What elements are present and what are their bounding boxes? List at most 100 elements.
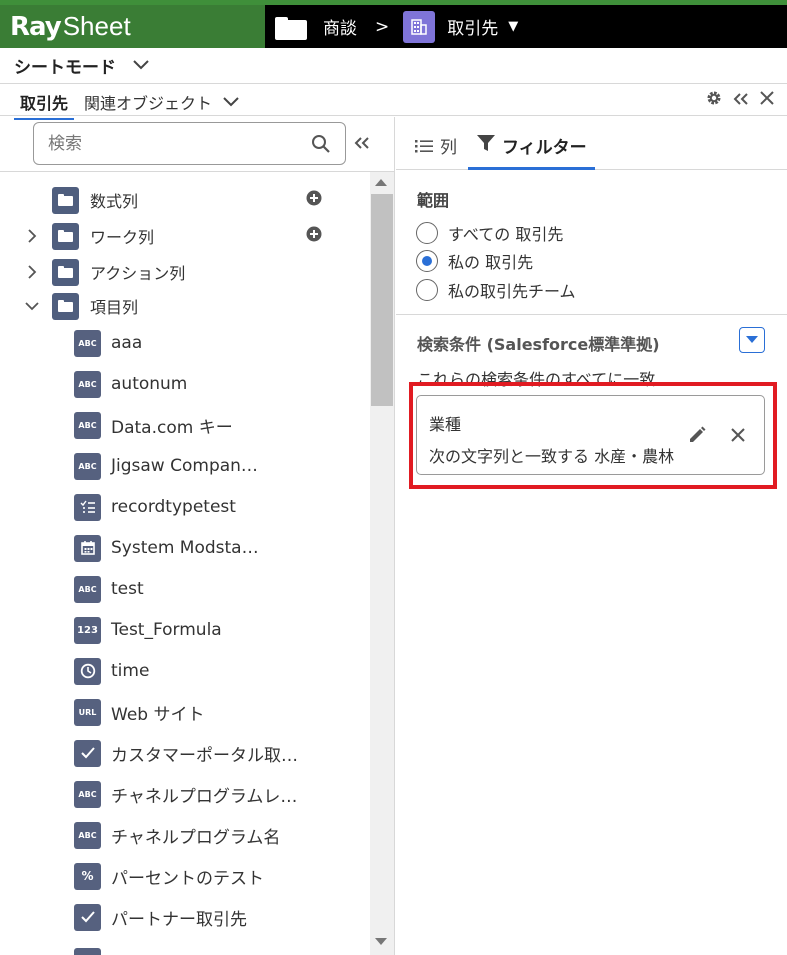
radio-label: 私の 取引先 (448, 253, 534, 272)
chevron-down-icon[interactable] (132, 56, 150, 76)
field-tree: 数式列 ワーク列 アクション列 項目列 ABC aaa ABC autonum … (0, 172, 370, 955)
chevron-right-icon[interactable] (24, 264, 40, 280)
tree-folder-work[interactable]: ワーク列 (0, 219, 370, 253)
scope-option-mine[interactable]: 私の 取引先 (416, 249, 533, 273)
text-field-icon: ABC (74, 780, 101, 808)
percent-field-icon: % (74, 862, 101, 890)
app-logo[interactable]: Ray Sheet (0, 5, 265, 48)
tree-field-item[interactable]: ABC チャネルプログラムレ… (0, 777, 370, 811)
tree-field-item[interactable]: カスタマーポータル取… (0, 736, 370, 770)
tab-account[interactable]: 取引先 (14, 90, 75, 120)
scope-title: 範囲 (417, 191, 450, 210)
breadcrumb-parent[interactable]: 商談 (323, 14, 357, 39)
tree-field-item[interactable]: ABC autonum (0, 367, 370, 401)
tab-filter[interactable]: フィルター (468, 117, 595, 170)
field-label: カスタマーポータル取… (111, 745, 298, 766)
picklist-icon (74, 493, 101, 521)
logo-ray-text: Ray (10, 11, 62, 42)
text-field-icon: ABC (74, 411, 101, 439)
field-label: パートナー取引先 (111, 909, 247, 930)
sheet-mode-selector[interactable]: シートモード (0, 48, 787, 84)
tree-folder-formula[interactable]: 数式列 (0, 183, 370, 217)
radio-label: すべての 取引先 (448, 225, 564, 244)
radio-button[interactable] (416, 279, 438, 301)
list-icon (415, 139, 433, 152)
sheet-mode-label: シートモード (14, 58, 116, 78)
field-label: Data.com キー (111, 417, 233, 438)
scroll-thumb[interactable] (371, 194, 393, 406)
settings-tabs: 列 フィルター (396, 117, 787, 170)
tree-field-item[interactable]: ABC Jigsaw Compan… (0, 449, 370, 483)
breadcrumb-separator: > (375, 16, 390, 37)
tree-field-item[interactable]: recordtypetest (0, 490, 370, 524)
text-field-icon: ABC (74, 452, 101, 480)
tree-folder-label: アクション列 (90, 264, 186, 283)
calendar-icon (74, 534, 101, 562)
text-field-icon: ABC (74, 329, 101, 357)
condition-field: 業種 (429, 415, 462, 434)
scroll-down-icon[interactable] (375, 938, 387, 945)
field-label: recordtypetest (111, 497, 236, 517)
close-icon[interactable] (730, 427, 746, 447)
breadcrumb-current[interactable]: 取引先 (447, 14, 498, 39)
tree-field-item[interactable]: URL Web サイト (0, 695, 370, 729)
tree-field-item[interactable]: System Modsta… (0, 531, 370, 565)
tab-columns-label: 列 (440, 138, 457, 158)
field-label: Test_Formula (111, 620, 222, 640)
scope-option-all[interactable]: すべての 取引先 (416, 221, 563, 245)
radio-button[interactable] (416, 222, 438, 244)
tree-field-item-partial[interactable] (0, 944, 370, 955)
tree-field-item[interactable]: % パーセントのテスト (0, 859, 370, 893)
close-icon[interactable] (759, 90, 775, 110)
clock-icon (74, 657, 101, 685)
building-icon (403, 10, 436, 43)
radio-label: 私の取引先チーム (448, 282, 576, 301)
checkbox-field-icon (74, 739, 101, 767)
conditions-dropdown-button[interactable] (739, 327, 765, 353)
text-field-icon: ABC (74, 821, 101, 849)
chevron-down-icon[interactable] (222, 93, 240, 112)
tree-folder-label: ワーク列 (90, 228, 155, 247)
add-circle-icon[interactable] (306, 226, 322, 246)
gear-icon[interactable] (705, 89, 723, 111)
field-label: Web サイト (111, 704, 205, 725)
tree-scrollbar[interactable] (370, 172, 394, 955)
logo-sheet-text: Sheet (62, 11, 131, 41)
field-label: パーセントのテスト (111, 868, 264, 889)
condition-expression: 次の文字列と一致する 水産・農林 (429, 447, 675, 466)
folder-icon (52, 186, 79, 214)
add-circle-icon[interactable] (306, 190, 322, 210)
tree-field-item[interactable]: ABC Data.com キー (0, 408, 370, 442)
tab-related-objects[interactable]: 関連オブジェクト (84, 90, 240, 114)
pencil-icon[interactable] (687, 425, 707, 449)
search-input[interactable] (48, 132, 288, 156)
object-tab-bar: 取引先 関連オブジェクト (0, 84, 787, 120)
collapse-panel-icon[interactable] (354, 135, 370, 154)
search-icon[interactable] (311, 134, 331, 158)
collapse-double-chevron-icon[interactable] (733, 91, 749, 110)
tree-folder-action[interactable]: アクション列 (0, 255, 370, 289)
tree-field-item[interactable]: パートナー取引先 (0, 900, 370, 934)
condition-card[interactable]: 業種 次の文字列と一致する 水産・農林 (416, 395, 765, 475)
radio-button-selected[interactable] (416, 250, 438, 272)
chevron-down-icon[interactable] (24, 298, 40, 314)
scroll-up-icon[interactable] (375, 179, 387, 186)
chevron-right-icon[interactable] (24, 228, 40, 244)
tree-field-item[interactable]: ABC test (0, 572, 370, 606)
breadcrumb-dropdown-icon[interactable]: ▼ (508, 19, 518, 34)
folder-icon (52, 258, 79, 286)
tree-field-item[interactable]: time (0, 654, 370, 688)
field-label: Jigsaw Compan… (111, 456, 258, 476)
tree-field-item[interactable]: ABC aaa (0, 326, 370, 360)
search-box (33, 122, 346, 165)
tree-folder-fields[interactable]: 項目列 (0, 289, 370, 323)
field-label: test (111, 579, 144, 599)
number-field-icon: 123 (74, 616, 101, 644)
tree-field-item[interactable]: ABC チャネルプログラム名 (0, 818, 370, 852)
tree-field-item[interactable]: 123 Test_Formula (0, 613, 370, 647)
scope-option-team[interactable]: 私の取引先チーム (416, 278, 576, 302)
field-label: チャネルプログラムレ… (111, 786, 298, 807)
tab-columns[interactable]: 列 (414, 133, 457, 158)
checkbox-field-icon (74, 903, 101, 931)
field-label: チャネルプログラム名 (111, 827, 281, 848)
